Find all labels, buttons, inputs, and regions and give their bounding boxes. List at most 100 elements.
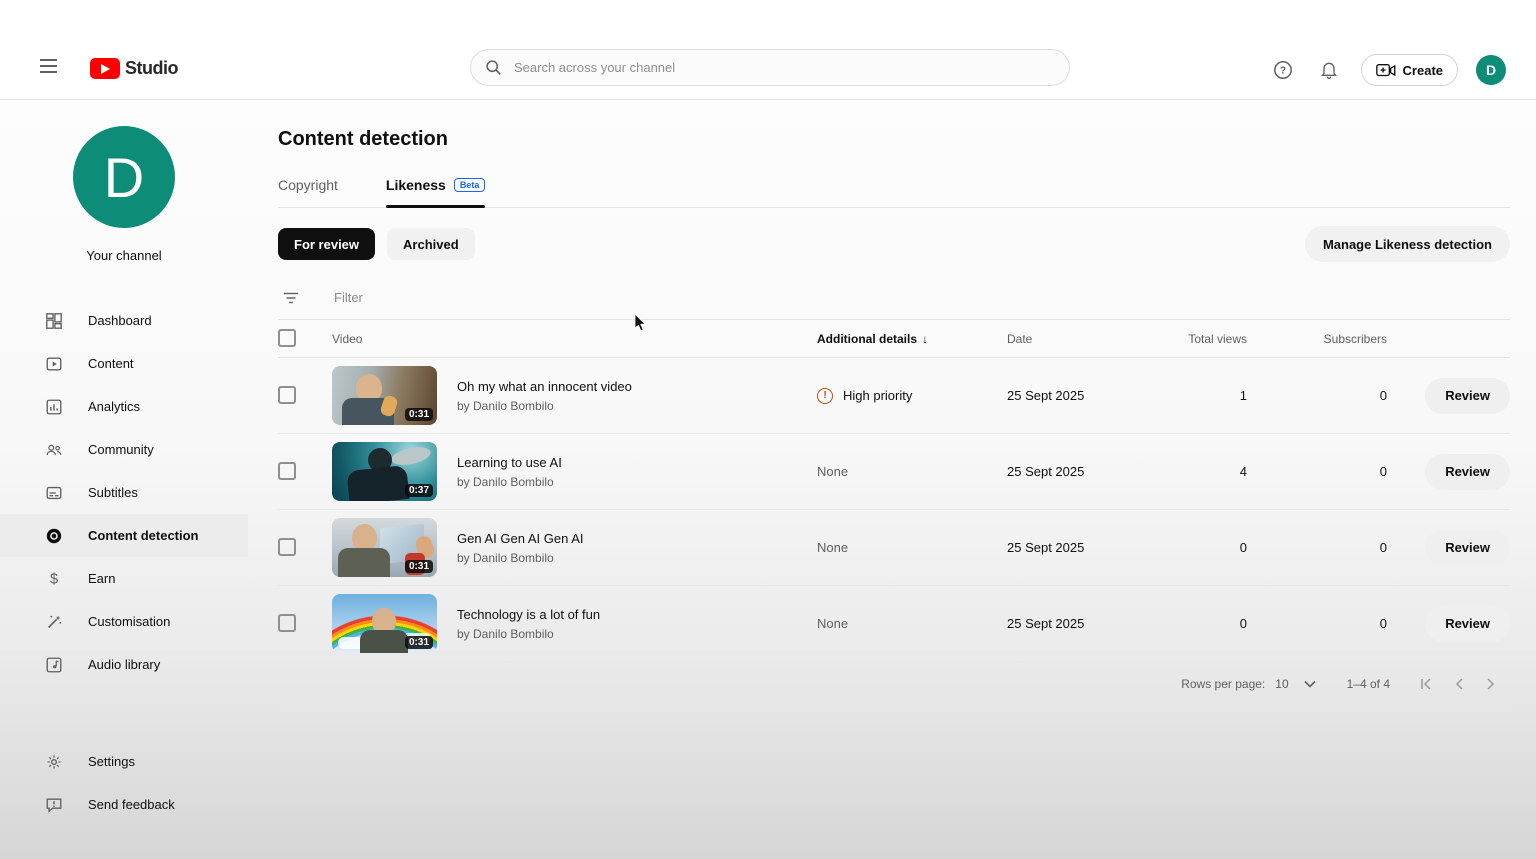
manage-likeness-detection-button[interactable]: Manage Likeness detection [1305,226,1510,262]
sidebar-item-label: Community [88,442,154,457]
sidebar-item-settings[interactable]: Settings [0,740,248,783]
search-bar[interactable] [470,49,1070,86]
feedback-icon [44,796,64,814]
analytics-icon [44,398,64,416]
views-cell: 1 [1177,388,1247,403]
sidebar-item-customisation[interactable]: Customisation [0,600,248,643]
channel-avatar[interactable]: D [73,126,175,228]
video-thumbnail[interactable]: 0:31 [332,594,437,653]
sidebar: D Your channel Dashboard Content Analyti… [0,100,248,859]
additional-details-cell: None [817,616,1007,631]
sort-descending-icon: ↓ [922,332,928,346]
main-content: Content detection Copyright Likeness Bet… [248,100,1536,859]
customisation-icon [44,613,64,631]
filter-row[interactable]: Filter [278,276,1510,320]
thumbnail-art [352,524,377,551]
sidebar-item-label: Earn [88,571,115,586]
create-button[interactable]: Create [1361,54,1458,86]
review-button[interactable]: Review [1425,454,1510,490]
review-button[interactable]: Review [1425,378,1510,414]
sidebar-item-label: Subtitles [88,485,138,500]
table-header: Video Additional details ↓ Date Total vi… [278,320,1510,358]
table-row: 0:31 Gen AI Gen AI Gen AI by Danilo Bomb… [278,510,1510,586]
video-thumbnail[interactable]: 0:31 [332,518,437,577]
video-title[interactable]: Oh my what an innocent video [457,379,817,394]
hamburger-menu-icon[interactable] [40,53,66,79]
beta-badge: Beta [454,178,486,192]
youtube-play-icon [90,58,120,79]
svg-text:$: $ [50,571,58,587]
date-cell: 25 Sept 2025 [1007,464,1177,479]
sidebar-item-label: Customisation [88,614,170,629]
subscribers-cell: 0 [1247,388,1387,403]
audio-library-icon [44,656,64,674]
subscribers-cell: 0 [1247,616,1387,631]
pagination-range: 1–4 of 4 [1347,677,1390,691]
sidebar-item-label: Dashboard [88,313,152,328]
additional-details-cell: None [817,540,1007,555]
header-video: Video [332,332,457,346]
row-checkbox[interactable] [278,386,296,404]
create-video-icon [1376,63,1396,78]
date-cell: 25 Sept 2025 [1007,388,1177,403]
notifications-bell-icon[interactable] [1315,56,1343,84]
video-thumbnail[interactable]: 0:37 [332,442,437,501]
channel-label: Your channel [86,248,161,263]
table-row: 0:31 Technology is a lot of fun by Danil… [278,586,1510,662]
page-title: Content detection [278,128,1510,151]
subscribers-cell: 0 [1247,540,1387,555]
youtube-studio-logo[interactable]: Studio [90,58,178,79]
tab-likeness[interactable]: Likeness Beta [386,177,485,207]
help-icon[interactable]: ? [1269,56,1297,84]
row-checkbox[interactable] [278,462,296,480]
header-additional-details[interactable]: Additional details ↓ [817,332,1007,346]
previous-page-button[interactable] [1448,673,1470,695]
sidebar-item-analytics[interactable]: Analytics [0,385,248,428]
select-all-checkbox[interactable] [278,329,296,347]
sidebar-item-audio-library[interactable]: Audio library [0,643,248,686]
sidebar-item-label: Audio library [88,657,160,672]
search-icon [485,59,502,76]
sidebar-item-label: Analytics [88,399,140,414]
sidebar-item-dashboard[interactable]: Dashboard [0,299,248,342]
table-row: 0:31 Oh my what an innocent video by Dan… [278,358,1510,434]
sidebar-item-send-feedback[interactable]: Send feedback [0,783,248,826]
account-avatar[interactable]: D [1476,55,1506,85]
video-author: by Danilo Bombilo [457,399,817,413]
sidebar-item-earn[interactable]: $ Earn [0,557,248,600]
row-checkbox[interactable] [278,614,296,632]
video-title[interactable]: Technology is a lot of fun [457,607,817,622]
sidebar-item-subtitles[interactable]: Subtitles [0,471,248,514]
thumbnail-art [390,444,432,468]
sidebar-item-content[interactable]: Content [0,342,248,385]
filter-label: Filter [334,290,363,305]
content-icon [44,355,64,373]
additional-details-cell: None [817,464,1007,479]
high-priority-icon: ! [817,388,833,404]
chip-for-review[interactable]: For review [278,228,375,260]
topbar: Studio ? Create D [0,0,1536,100]
review-button[interactable]: Review [1425,530,1510,566]
video-duration: 0:31 [405,636,433,649]
video-title[interactable]: Learning to use AI [457,455,817,470]
brand-name: Studio [125,58,178,79]
rows-per-page-dropdown[interactable] [1299,673,1321,695]
sidebar-item-community[interactable]: Community [0,428,248,471]
next-page-button[interactable] [1480,673,1502,695]
video-author: by Danilo Bombilo [457,551,817,565]
video-author: by Danilo Bombilo [457,475,817,489]
search-input[interactable] [514,60,1055,75]
sidebar-item-content-detection[interactable]: Content detection [0,514,248,557]
video-thumbnail[interactable]: 0:31 [332,366,437,425]
video-title[interactable]: Gen AI Gen AI Gen AI [457,531,817,546]
sidebar-item-label: Content detection [88,528,199,543]
rows-per-page-label: Rows per page: [1181,677,1265,691]
first-page-button[interactable] [1416,673,1438,695]
table-row: 0:37 Learning to use AI by Danilo Bombil… [278,434,1510,510]
tab-copyright[interactable]: Copyright [278,177,338,207]
row-checkbox[interactable] [278,538,296,556]
sidebar-item-label: Send feedback [88,797,175,812]
chip-archived[interactable]: Archived [387,228,475,260]
views-cell: 0 [1177,540,1247,555]
review-button[interactable]: Review [1425,606,1510,642]
